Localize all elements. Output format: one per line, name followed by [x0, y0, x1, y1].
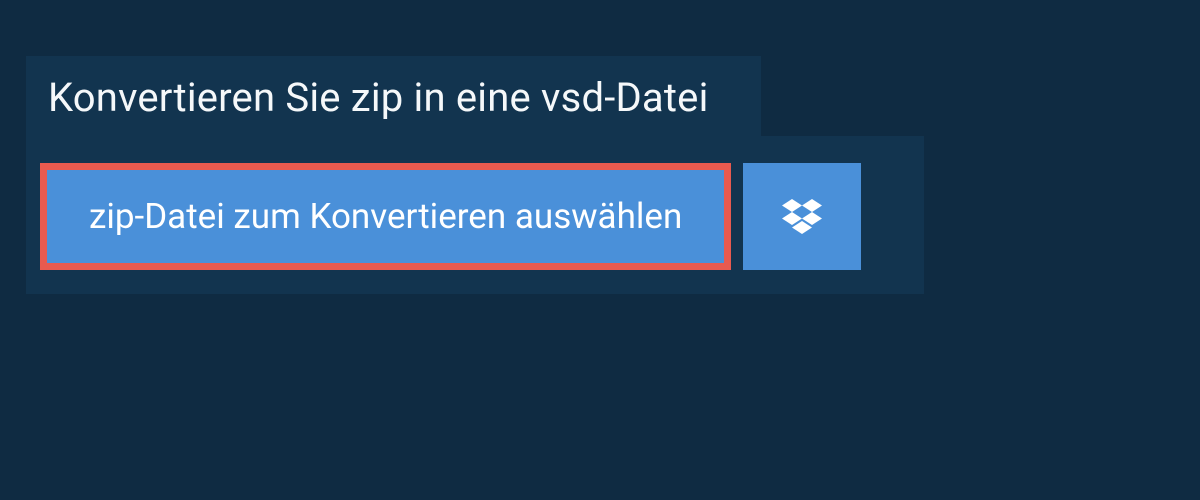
notch-overlay [761, 56, 925, 136]
select-file-label: zip-Datei zum Konvertieren auswählen [89, 196, 682, 237]
button-row: zip-Datei zum Konvertieren auswählen [26, 141, 924, 294]
select-file-button[interactable]: zip-Datei zum Konvertieren auswählen [40, 163, 731, 270]
dropbox-button[interactable] [743, 163, 861, 270]
dropbox-icon [782, 199, 822, 235]
title-bar: Konvertieren Sie zip in eine vsd-Datei [26, 56, 731, 141]
page-title: Konvertieren Sie zip in eine vsd-Datei [48, 74, 709, 121]
